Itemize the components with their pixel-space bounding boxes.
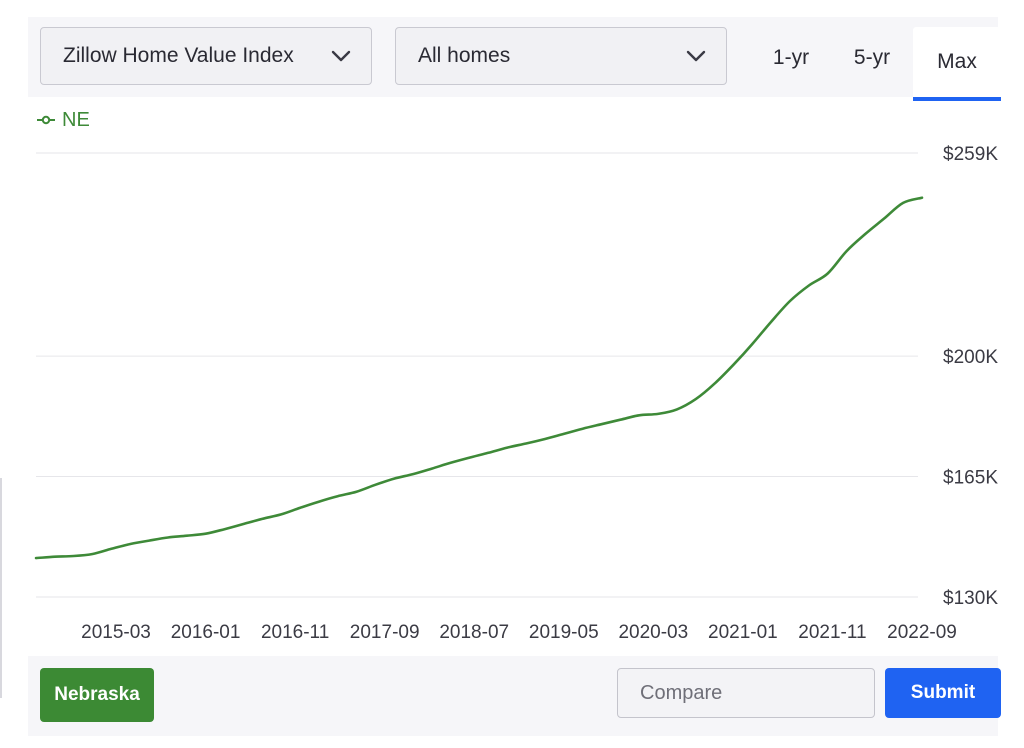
x-tick-label: 2022-09 [887,622,957,643]
home-value-chart: $130K $165K $200K $259K 2015-03 2016-01 2016-… [34,144,998,643]
x-tick-label: 2017-09 [350,622,420,643]
x-tick-label: 2018-07 [439,622,509,643]
series-line-ne [34,196,924,560]
x-tick-label: 2016-01 [171,622,241,643]
x-axis-labels: 2015-03 2016-01 2016-11 2017-09 2018-07 2019-… [81,622,957,643]
x-tick-label: 2019-05 [529,622,599,643]
y-tick-label: $165K [943,468,998,489]
line-marker-icon [37,115,55,125]
x-tick-label: 2020-03 [618,622,688,643]
y-tick-label: $200K [943,347,998,368]
action-bar: Nebraska Submit [28,656,1001,736]
submit-button[interactable]: Submit [885,668,1001,718]
state-nebraska-button[interactable]: Nebraska [40,668,154,722]
x-tick-label: 2021-11 [798,622,866,643]
compare-input[interactable] [617,668,875,718]
chart-legend[interactable]: NE [36,108,90,132]
x-tick-label: 2021-01 [708,622,778,643]
y-axis-labels: $130K $165K $200K $259K [943,144,998,609]
page-edge-divider [0,478,2,698]
x-tick-label: 2016-11 [261,622,329,643]
y-tick-label: $259K [943,144,998,165]
legend-label-ne: NE [62,108,90,131]
y-tick-label: $130K [943,588,998,609]
chart-grid [36,152,918,598]
x-tick-label: 2015-03 [81,622,151,643]
